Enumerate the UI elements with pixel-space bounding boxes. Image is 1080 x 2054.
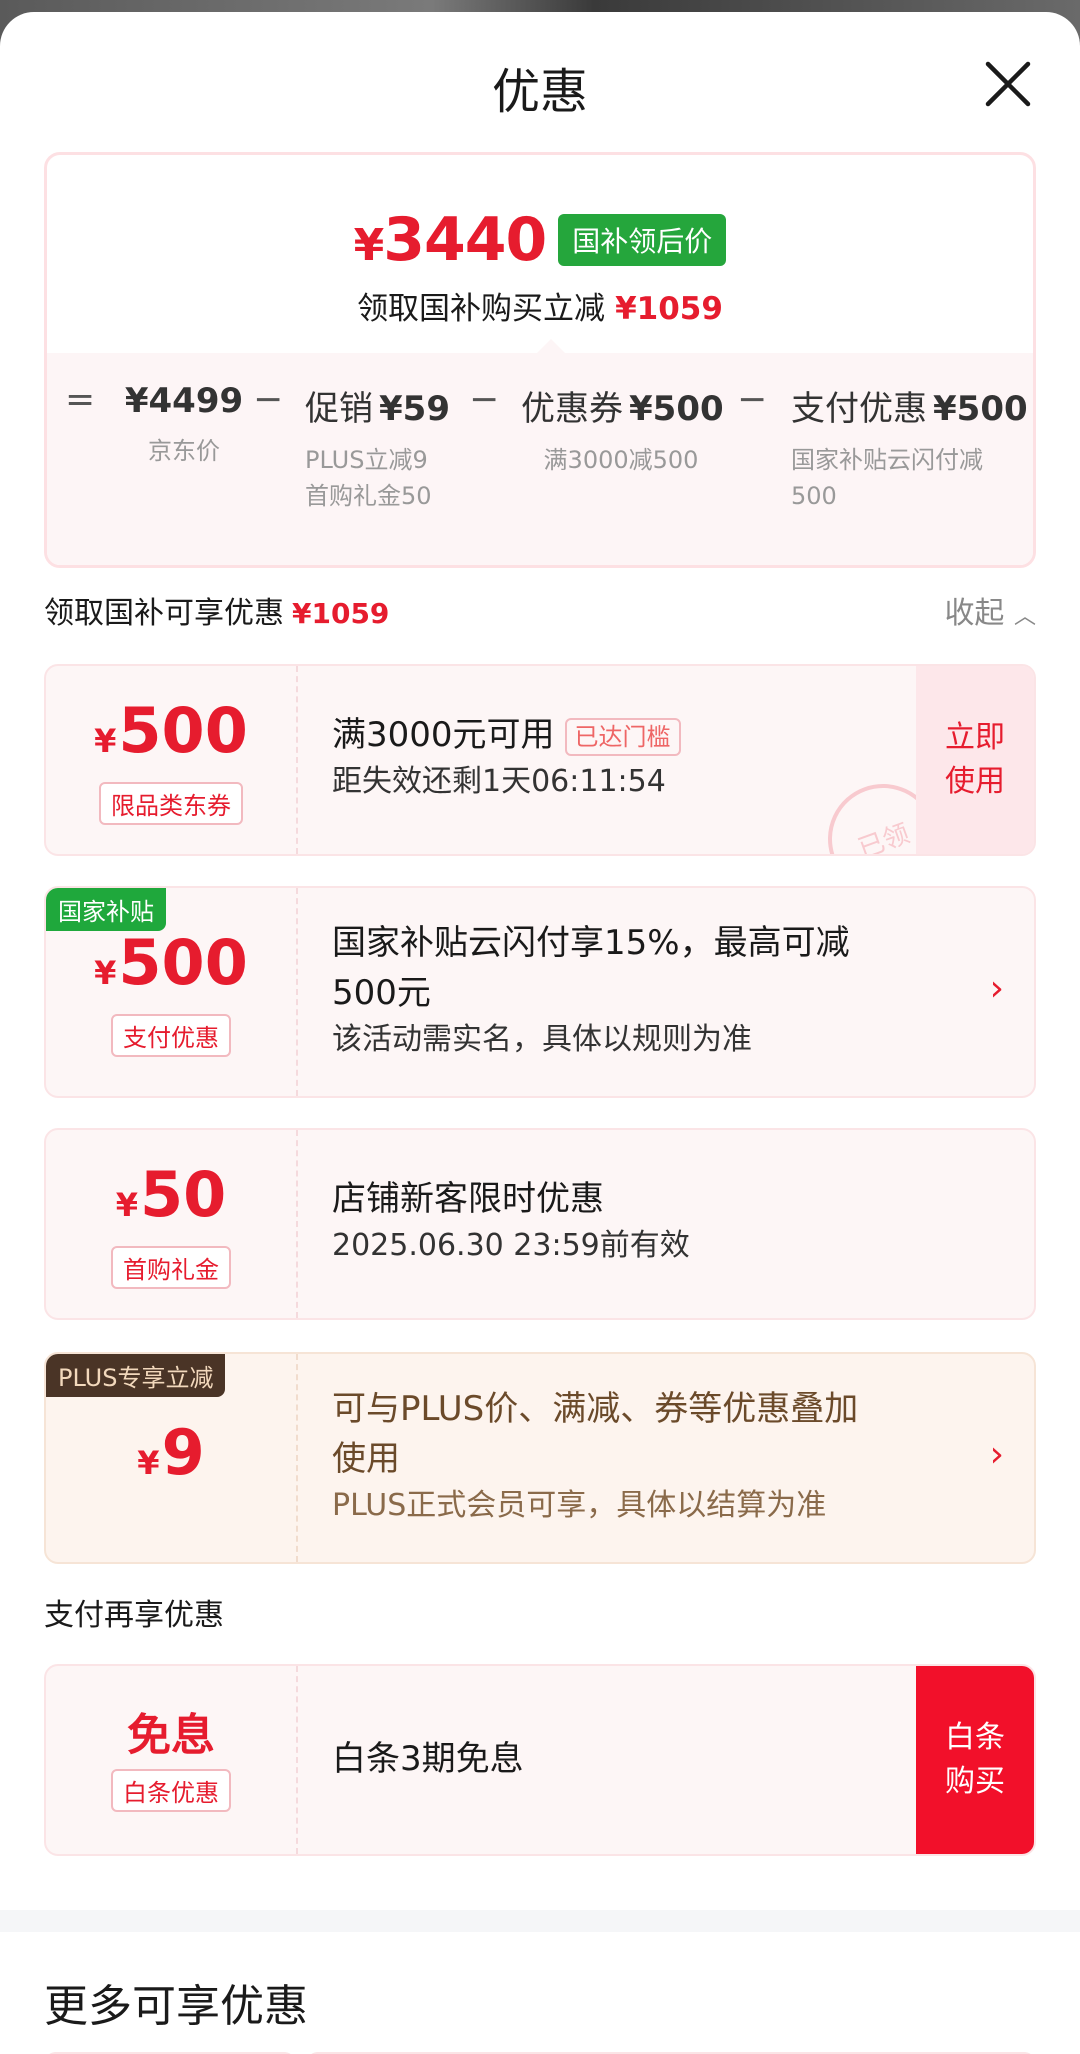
sheet-title: 优惠 (491, 64, 588, 120)
coupon-card-gift: ¥50 首购礼金 店铺新客限时优惠 2025.06.30 23:59前有效 (44, 1128, 1036, 1320)
section-payment: 支付再享优惠 (44, 1590, 1036, 1640)
coupon-details: 可与PLUS价、满减、券等优惠叠加 使用 PLUS正式会员可享，具体以结算为准 (332, 1389, 859, 1523)
save-row: 领取国补购买立减 ¥1059 (47, 283, 1033, 328)
minus-sign: − (737, 379, 768, 420)
minus-sign: − (469, 379, 500, 420)
equals-sign: = (65, 379, 96, 420)
coupon-tag: 首购礼金 (111, 1245, 231, 1289)
discount-sheet: 优惠 ¥3440 国补领后价 领取国补购买立减 ¥1059 = ¥4499 京东价… (0, 12, 1080, 2054)
final-price-badge: 国补领后价 (558, 214, 727, 266)
coupon-details: 满3000元可用 已达门槛 距失效还剩1天06:11:54 (332, 710, 914, 854)
coupon-tag: 限品类东券 (99, 781, 243, 825)
section-national-subsidy: 领取国补可享优惠 ¥1059 收起 ︿ (44, 588, 1036, 638)
chevron-right-icon: › (989, 1434, 1004, 1475)
sheet-header: 优惠 (0, 12, 1080, 152)
baitiao-amount-block: 免息 白条优惠 (46, 1666, 298, 1854)
expiry-countdown: 距失效还剩1天06:11:54 (332, 764, 666, 799)
coupon-card-plus[interactable]: ¥9 PLUS专享立减 可与PLUS价、满减、券等优惠叠加 使用 PLUS正式会… (44, 1352, 1036, 1564)
close-icon[interactable] (980, 56, 1036, 112)
chevron-up-icon: ︿ (1013, 604, 1036, 630)
use-now-button[interactable]: 立即 使用 (916, 666, 1034, 854)
baitiao-buy-button[interactable]: 白条 购买 (916, 1666, 1034, 1854)
more-discounts-title: 更多可享优惠 (44, 1981, 308, 2032)
baitiao-card: 免息 白条优惠 白条3期免息 白条 购买 (44, 1664, 1036, 1856)
breakdown-item-promo: 促销 ¥59 PLUS立减9 首购礼金50 (305, 389, 450, 510)
breakdown-item-payment: 支付优惠 ¥500 国家补贴云闪付减 500 (791, 389, 1028, 510)
price-summary: ¥3440 国补领后价 领取国补购买立减 ¥1059 = ¥4499 京东价 − … (44, 152, 1036, 568)
section-amount: ¥1059 (292, 597, 390, 630)
coupon-card-subsidy[interactable]: ¥500 支付优惠 国家补贴 国家补贴云闪付享15%，最高可减 500元 该活动… (44, 886, 1036, 1098)
coupon-amount-block: ¥500 限品类东券 (46, 666, 298, 854)
coupon-card-jd: ¥500 限品类东券 满3000元可用 已达门槛 距失效还剩1天06:11:54 … (44, 664, 1036, 856)
collapse-toggle[interactable]: 收起 ︿ (944, 588, 1036, 632)
coupon-amount-block: ¥50 首购礼金 (46, 1130, 298, 1318)
coupon-details: 国家补贴云闪付享15%，最高可减 500元 该活动需实名，具体以规则为准 (332, 923, 850, 1057)
plus-corner-badge: PLUS专享立减 (46, 1354, 226, 1397)
baitiao-details: 白条3期免息 (332, 1739, 524, 1779)
price-breakdown: = ¥4499 京东价 − 促销 ¥59 PLUS立减9 首购礼金50 − 优惠券 ¥… (47, 339, 1033, 565)
breakdown-item-jd-price: ¥4499 京东价 (124, 381, 244, 465)
coupon-tag: 支付优惠 (111, 1013, 231, 1057)
save-amount: ¥1059 (615, 291, 723, 327)
final-price: ¥3440 (353, 205, 548, 275)
chevron-right-icon: › (989, 968, 1004, 1009)
baitiao-tag: 白条优惠 (111, 1768, 231, 1812)
save-text: 领取国补购买立减 (357, 291, 606, 327)
final-price-row: ¥3440 国补领后价 (47, 205, 1033, 275)
threshold-badge: 已达门槛 (564, 717, 681, 756)
section-title: 领取国补可享优惠 (44, 596, 284, 631)
section-title: 支付再享优惠 (44, 1598, 224, 1633)
minus-sign: − (253, 379, 284, 420)
subsidy-corner-badge: 国家补贴 (46, 888, 166, 931)
section-divider (0, 1910, 1080, 1932)
breakdown-item-coupon: 优惠券 ¥500 满3000减500 (521, 389, 724, 474)
coupon-details: 店铺新客限时优惠 2025.06.30 23:59前有效 (332, 1179, 690, 1263)
